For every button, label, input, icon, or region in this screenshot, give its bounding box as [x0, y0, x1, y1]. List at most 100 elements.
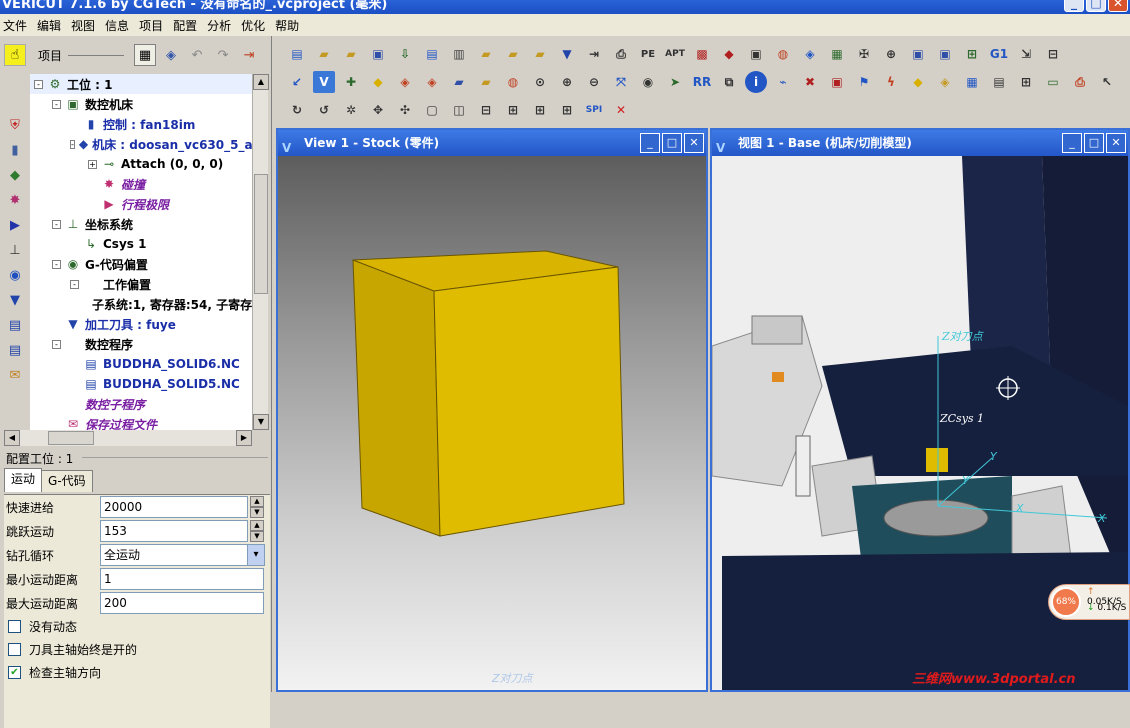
save-view-2-icon[interactable]: ▣ — [934, 43, 956, 65]
tool-library-icon[interactable]: ▼ — [556, 43, 578, 65]
tree-item[interactable]: + ⊸ Attach (0, 0, 0) — [30, 154, 252, 174]
check-spindle-always-on[interactable]: 刀具主轴始终是开的 — [4, 638, 270, 661]
fixture-icon[interactable]: ✠ — [853, 43, 875, 65]
block-icon[interactable]: ◆ — [907, 71, 929, 93]
project-tree-icon[interactable]: ☝ — [4, 44, 26, 66]
shield-icon[interactable]: ◈ — [799, 43, 821, 65]
tool-setup-icon[interactable]: ▼ — [4, 289, 26, 311]
view2-minimize-button[interactable]: _ — [1062, 133, 1082, 153]
tree-item[interactable]: 子系统:1, 寄存器:54, 子寄存 — [30, 294, 252, 314]
save-view-icon[interactable]: ▣ — [907, 43, 929, 65]
scroll-up-arrow[interactable]: ▲ — [253, 74, 269, 90]
rr-icon[interactable]: RR — [691, 71, 713, 93]
spin-down-icon[interactable]: ▼ — [250, 507, 264, 518]
three-view-2-icon[interactable]: ⊞ — [529, 99, 551, 121]
tree-item[interactable]: ✉ 保存过程文件 — [30, 414, 252, 430]
tree-item[interactable]: - ◉ G-代码偏置 — [30, 254, 252, 274]
checkbox[interactable] — [8, 620, 21, 633]
tree-expander-icon[interactable]: + — [88, 159, 97, 169]
menu-view[interactable]: 视图 — [68, 17, 102, 34]
tree-expander-icon[interactable]: - — [52, 99, 61, 109]
cancel-icon[interactable]: ✕ — [610, 99, 632, 121]
two-vertical-view-icon[interactable]: ◫ — [448, 99, 470, 121]
model-icon[interactable]: ▰ — [448, 71, 470, 93]
tree-expander-icon[interactable]: - — [70, 279, 79, 289]
view2-close-button[interactable]: ✕ — [1106, 133, 1126, 153]
rapid-feed-stepper[interactable]: ▲ ▼ — [250, 496, 264, 518]
tree-item[interactable]: ▤ BUDDHA_SOLID6.NC — [30, 354, 252, 374]
tool-manager-icon[interactable]: ◈ — [160, 44, 182, 66]
copy-icon[interactable]: ⧉ — [718, 71, 740, 93]
disk-icon[interactable]: ▣ — [745, 43, 767, 65]
spin-down-icon[interactable]: ▼ — [250, 531, 264, 542]
add-machine-icon[interactable]: ◆ — [4, 164, 26, 186]
measure-icon[interactable]: ⊞ — [1015, 71, 1037, 93]
chart-icon[interactable]: ⌁ — [772, 71, 794, 93]
zoom-out-icon[interactable]: ⊖ — [583, 71, 605, 93]
tab-motion[interactable]: 运动 — [4, 468, 43, 492]
min-motion-input[interactable]: 1 — [100, 568, 264, 590]
menu-edit[interactable]: 编辑 — [34, 17, 68, 34]
nc-arrow-icon[interactable]: ⇲ — [1015, 43, 1037, 65]
nc-file-icon[interactable]: ▤ — [421, 43, 443, 65]
tree-expander-icon[interactable]: - — [52, 259, 61, 269]
network-monitor-badge[interactable]: 68% ↑ 0.05K/S ↓ 0.1K/S — [1048, 584, 1130, 620]
view1-maximize-button[interactable]: □ — [662, 133, 682, 153]
fit-icon[interactable]: ⤧ — [610, 71, 632, 93]
tree-item[interactable]: ▮ 控制 : fan18im — [30, 114, 252, 134]
cursor-icon[interactable]: ↖ — [1096, 71, 1118, 93]
close-button[interactable]: ✕ — [1108, 0, 1128, 12]
tree-expander-icon[interactable]: - — [70, 139, 75, 149]
exit-icon[interactable]: ⇥ — [238, 44, 260, 66]
checkbox[interactable]: ✔ — [8, 666, 21, 679]
tree-item[interactable]: 数控子程序 — [30, 394, 252, 414]
flag-icon[interactable]: ⚑ — [853, 71, 875, 93]
view1-window[interactable]: V View 1 - Stock (零件) _ □ ✕ — [276, 128, 708, 692]
check-no-dynamic[interactable]: 没有动态 — [4, 615, 270, 638]
scroll-right-arrow[interactable]: ▶ — [236, 430, 252, 446]
tree-item[interactable]: - ⊥ 坐标系统 — [30, 214, 252, 234]
info-icon[interactable]: i — [745, 71, 767, 93]
zoom-icon[interactable]: ⊙ — [529, 71, 551, 93]
rapid-feed-input[interactable]: 20000 — [100, 496, 248, 518]
print-icon[interactable]: ⎙ — [1069, 71, 1091, 93]
apt-icon[interactable]: APT — [664, 43, 686, 65]
tree-item[interactable]: - ◆ 机床 : doosan_vc630_5_ax — [30, 134, 252, 154]
vericut-icon[interactable]: V — [313, 71, 335, 93]
jump-motion-input[interactable]: 153 — [100, 520, 248, 542]
tree-item[interactable]: ▤ BUDDHA_SOLID5.NC — [30, 374, 252, 394]
coord-system-setup-icon[interactable]: ⊥ — [4, 239, 26, 261]
check-spindle-direction[interactable]: ✔ 检查主轴方向 — [4, 661, 270, 684]
lightning-icon[interactable]: ϟ — [880, 71, 902, 93]
menu-optimize[interactable]: 优化 — [238, 17, 272, 34]
add-station-icon[interactable]: ⛨ — [4, 114, 26, 136]
single-view-icon[interactable]: ▢ — [421, 99, 443, 121]
tree-item[interactable]: ▼ 加工刀具 : fuye — [30, 314, 252, 334]
spin-up-icon[interactable]: ▲ — [250, 520, 264, 531]
rotate-2-icon[interactable]: ↺ — [313, 99, 335, 121]
tree-vertical-scrollbar[interactable]: ▲ ▼ — [252, 74, 269, 430]
box-icon[interactable]: ▣ — [826, 71, 848, 93]
properties-icon[interactable]: ▦ — [134, 44, 157, 66]
tree-horizontal-scrollbar[interactable]: ◀ ▶ — [4, 430, 252, 446]
stock-icon[interactable]: ◆ — [367, 71, 389, 93]
target-icon[interactable]: ⊕ — [880, 43, 902, 65]
rotate-icon[interactable]: ↻ — [286, 99, 308, 121]
grid-2-icon[interactable]: ▦ — [961, 71, 983, 93]
undo-icon[interactable]: ↶ — [186, 44, 208, 66]
tree-expander-icon[interactable]: - — [52, 339, 61, 349]
machine-settings-icon[interactable]: ▩ — [691, 43, 713, 65]
save-process-setup-icon[interactable]: ✉ — [4, 364, 26, 386]
new-project-icon[interactable]: ▤ — [286, 43, 308, 65]
pan-icon[interactable]: ✥ — [367, 99, 389, 121]
tree-item[interactable]: ✸ 碰撞 — [30, 174, 252, 194]
gcode-offset-setup-icon[interactable]: ◉ — [4, 264, 26, 286]
tree-item[interactable]: - ▣ 数控机床 — [30, 94, 252, 114]
report-icon[interactable]: ▥ — [448, 43, 470, 65]
film-icon[interactable]: ▤ — [988, 71, 1010, 93]
four-view-icon[interactable]: ⊞ — [556, 99, 578, 121]
spin-icon[interactable]: ✣ — [394, 99, 416, 121]
arrow-down-left-icon[interactable]: ↙ — [286, 71, 308, 93]
menu-file[interactable]: 文件 — [0, 17, 34, 34]
minimize-button[interactable]: _ — [1064, 0, 1084, 12]
